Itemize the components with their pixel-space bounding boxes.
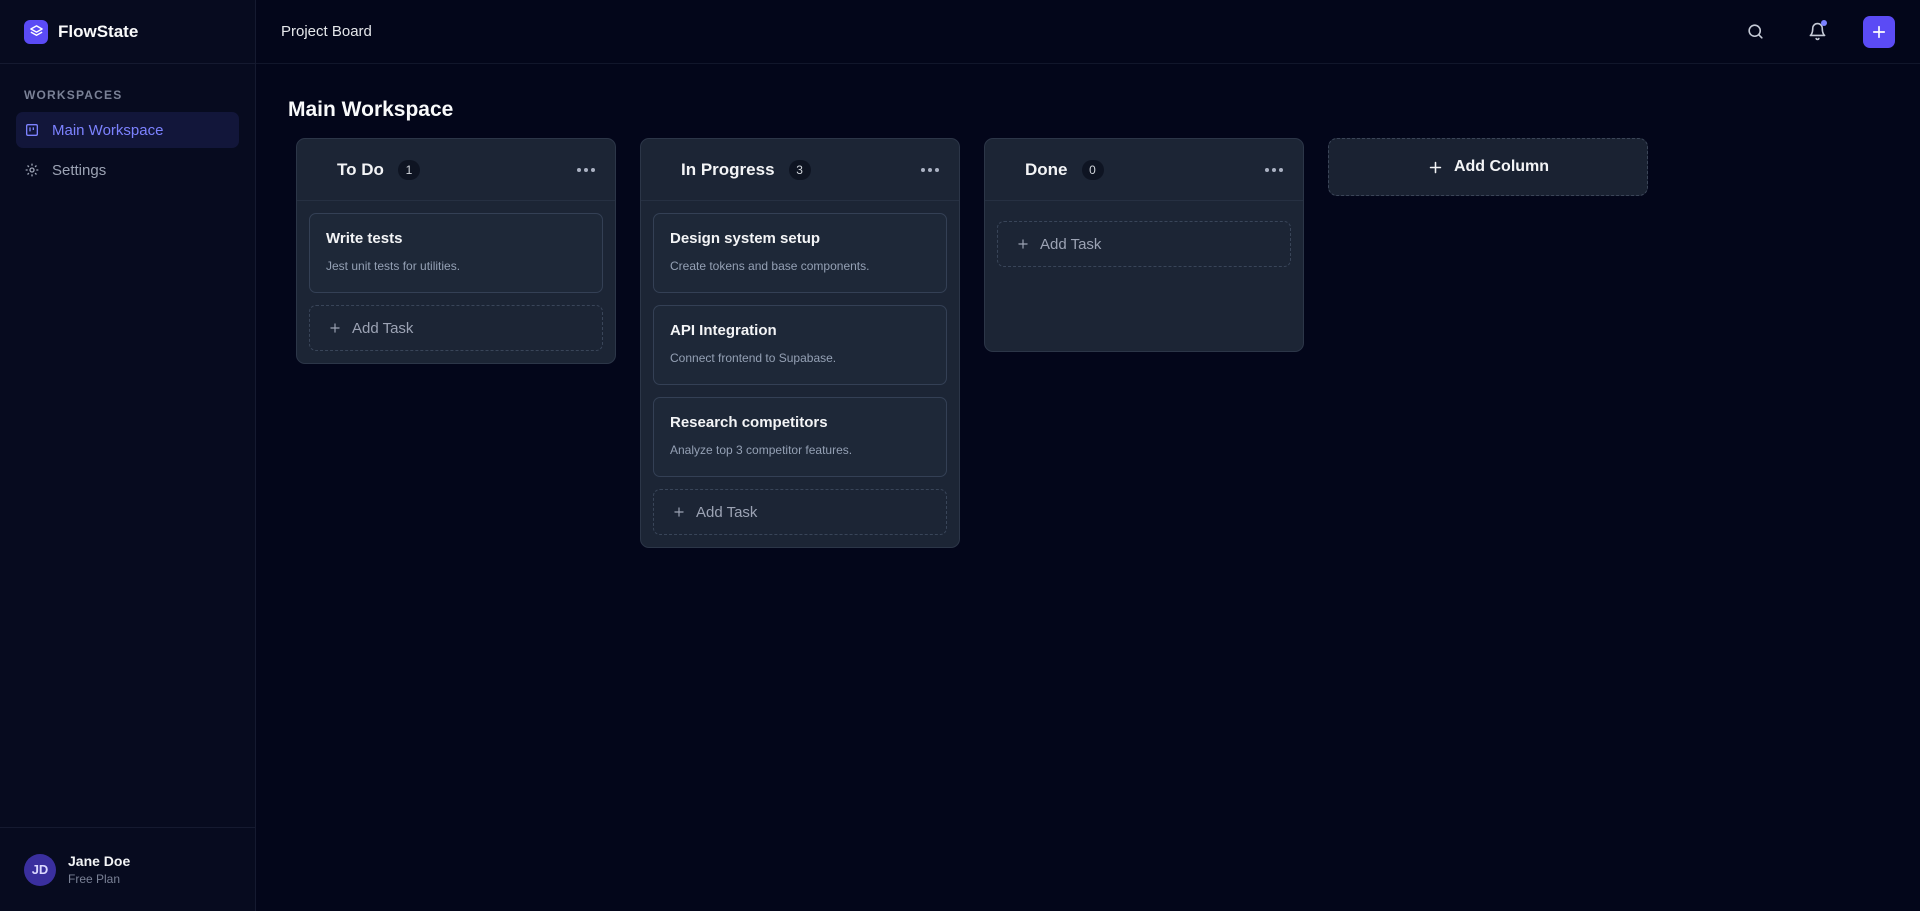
task-card[interactable]: API Integration Connect frontend to Supa… bbox=[653, 305, 947, 385]
add-task-button[interactable]: Add Task bbox=[309, 305, 603, 351]
more-icon[interactable] bbox=[1265, 167, 1283, 172]
task-title: Write tests bbox=[326, 230, 403, 247]
create-button[interactable] bbox=[1863, 15, 1895, 48]
column-done: Done 0 Add Task bbox=[984, 138, 1304, 352]
kanban-board: To Do 1 Write tests Jest unit tests for … bbox=[288, 138, 1888, 548]
plus-icon bbox=[1018, 239, 1028, 249]
page-title: Main Workspace bbox=[288, 98, 454, 121]
add-column-label: Add Column bbox=[1453, 158, 1550, 175]
add-task-label: Add Task bbox=[696, 503, 758, 521]
add-task-label: Add Task bbox=[352, 319, 414, 337]
column-header: In Progress 3 bbox=[641, 139, 959, 201]
plus-icon bbox=[674, 507, 684, 517]
user-name: Jane Doe bbox=[68, 853, 131, 869]
task-description: Analyze top 3 competitor features. bbox=[670, 443, 853, 457]
task-card[interactable]: Design system setup Create tokens and ba… bbox=[653, 213, 947, 293]
sidebar-item-settings[interactable]: Settings bbox=[16, 152, 239, 188]
topbar: Project Board bbox=[256, 0, 1920, 64]
nav-heading: WORKSPACES bbox=[24, 88, 123, 102]
user-plan: Free Plan bbox=[68, 872, 121, 886]
task-card[interactable]: Write tests Jest unit tests for utilitie… bbox=[309, 213, 603, 293]
add-column-button[interactable]: Add Column bbox=[1328, 138, 1648, 196]
board-content: Main Workspace To Do 1 Write tests Jest … bbox=[256, 64, 1920, 582]
avatar: JD bbox=[24, 853, 56, 886]
sidebar-item-label: Settings bbox=[52, 161, 107, 179]
plus-icon bbox=[1429, 161, 1442, 173]
notifications-button[interactable] bbox=[1801, 16, 1833, 48]
breadcrumb: Project Board bbox=[281, 23, 372, 40]
column-title: To Do bbox=[337, 159, 384, 179]
brand[interactable]: FlowState bbox=[0, 0, 255, 64]
add-task-label: Add Task bbox=[1040, 235, 1102, 253]
task-title: Design system setup bbox=[670, 230, 821, 247]
sidebar-item-main-workspace[interactable]: Main Workspace bbox=[16, 112, 239, 148]
more-icon[interactable] bbox=[577, 167, 595, 172]
plus-icon bbox=[1872, 25, 1886, 38]
plus-icon bbox=[330, 323, 340, 333]
user-profile[interactable]: JD Jane Doe Free Plan bbox=[0, 827, 255, 911]
add-task-button[interactable]: Add Task bbox=[997, 221, 1291, 267]
add-task-button[interactable]: Add Task bbox=[653, 489, 947, 535]
task-description: Create tokens and base components. bbox=[670, 259, 870, 273]
sidebar-nav: WORKSPACES Main Workspace Settings bbox=[0, 64, 255, 827]
column-count-badge: 3 bbox=[788, 159, 811, 180]
column-todo: To Do 1 Write tests Jest unit tests for … bbox=[296, 138, 616, 364]
column-title: Done bbox=[1025, 159, 1068, 179]
sidebar-item-label: Main Workspace bbox=[52, 121, 164, 139]
sidebar: FlowState WORKSPACES Main Workspace Sett… bbox=[0, 0, 256, 911]
task-title: Research competitors bbox=[670, 414, 828, 431]
column-count-badge: 1 bbox=[397, 159, 420, 180]
more-icon[interactable] bbox=[921, 167, 939, 172]
column-in-progress: In Progress 3 Design system setup Create… bbox=[640, 138, 960, 548]
notification-dot bbox=[1821, 19, 1827, 26]
app: FlowState WORKSPACES Main Workspace Sett… bbox=[0, 0, 1920, 911]
search-button[interactable] bbox=[1739, 16, 1771, 48]
board-icon bbox=[26, 124, 38, 136]
column-count-badge: 0 bbox=[1081, 159, 1104, 180]
layers-icon bbox=[24, 19, 48, 44]
gear-icon bbox=[25, 163, 39, 177]
task-description: Connect frontend to Supabase. bbox=[670, 351, 837, 365]
column-header: To Do 1 bbox=[297, 139, 615, 201]
search-icon bbox=[1747, 24, 1763, 39]
column-title: In Progress bbox=[681, 159, 775, 179]
brand-name: FlowState bbox=[58, 21, 139, 41]
main-area: Project Board Main Workspace To Do 1 Wri… bbox=[256, 0, 1920, 911]
task-card[interactable]: Research competitors Analyze top 3 compe… bbox=[653, 397, 947, 477]
task-title: API Integration bbox=[670, 322, 777, 339]
task-description: Jest unit tests for utilities. bbox=[326, 259, 461, 273]
column-header: Done 0 bbox=[985, 139, 1303, 201]
